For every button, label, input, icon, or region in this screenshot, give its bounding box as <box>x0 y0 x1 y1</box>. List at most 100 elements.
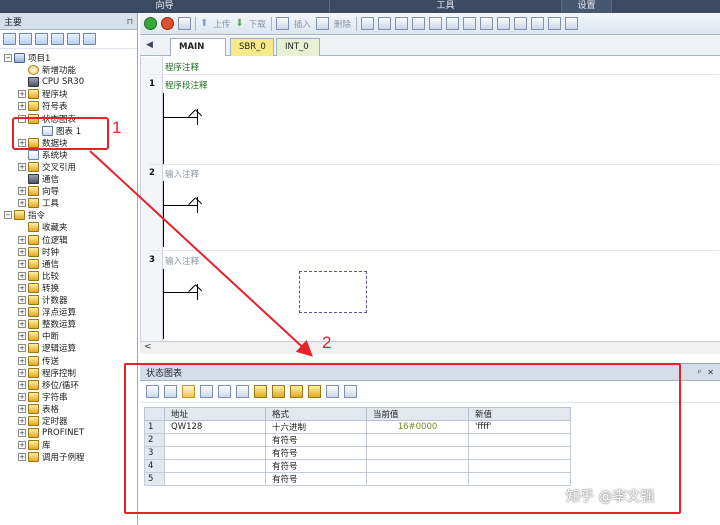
expand-icon[interactable]: + <box>18 296 26 304</box>
expand-icon[interactable]: + <box>18 187 26 196</box>
tree-item[interactable]: + 计数器 <box>18 294 68 306</box>
expand-icon[interactable]: + <box>18 368 26 377</box>
delete-button[interactable]: 删除 <box>334 18 351 30</box>
pause-icon[interactable] <box>377 17 391 30</box>
tree-item[interactable]: − 项目1 <box>4 52 50 64</box>
tab-scroll-left-icon[interactable]: ◀ <box>146 40 153 50</box>
expand-icon[interactable]: + <box>18 417 26 425</box>
expand-icon[interactable]: + <box>18 429 26 438</box>
tab-sbr0[interactable]: SBR_0 <box>230 38 274 56</box>
tree-item[interactable]: + 比较 <box>18 270 59 282</box>
expand-icon[interactable]: + <box>18 308 26 317</box>
tree-item[interactable]: − 指令 <box>4 209 45 221</box>
network-comment[interactable]: 程序段注释 <box>165 79 208 91</box>
tree-item[interactable]: 新增功能 <box>18 64 76 76</box>
branch-icon[interactable] <box>445 17 459 30</box>
tree-item[interactable]: + 时钟 <box>18 246 59 258</box>
expand-icon[interactable]: + <box>18 356 26 365</box>
delete-icon[interactable] <box>315 17 329 30</box>
line-down-icon[interactable] <box>564 17 578 30</box>
tree-item[interactable]: + 通信 <box>18 258 59 270</box>
tree-item[interactable]: + 移位/循环 <box>18 379 79 391</box>
collapse-icon[interactable]: − <box>4 211 12 220</box>
contact-icon[interactable] <box>394 17 408 30</box>
scroll-left-icon[interactable]: < <box>144 342 152 352</box>
view-icon[interactable] <box>3 33 16 45</box>
expand-icon[interactable]: + <box>18 332 26 341</box>
expand-icon[interactable]: + <box>18 344 26 353</box>
tree-item[interactable]: + 定时器 <box>18 415 68 427</box>
ladder-editor[interactable]: 程序注释 1 程序段注释 2 输入注释 3 输入注释 <box>140 57 720 341</box>
doc-icon[interactable] <box>35 33 48 45</box>
insert-icon[interactable] <box>275 17 289 30</box>
tree-item[interactable]: + 交叉引用 <box>18 161 76 173</box>
network-comment[interactable]: 输入注释 <box>165 255 199 267</box>
force-icon[interactable] <box>513 17 527 30</box>
tree-item[interactable]: + 字符串 <box>18 391 68 403</box>
top-tab-settings[interactable]: 设置 <box>562 0 612 13</box>
expand-icon[interactable]: + <box>18 102 26 111</box>
stop-icon[interactable] <box>161 17 174 30</box>
tree-item[interactable]: + 逻辑运算 <box>18 342 76 354</box>
insert-button[interactable]: 插入 <box>294 18 311 30</box>
tree-item[interactable]: + 位逻辑 <box>18 234 68 246</box>
upload-button[interactable]: 上传 <box>213 18 230 30</box>
tree-item[interactable]: + 表格 <box>18 403 59 415</box>
run-icon[interactable] <box>144 17 157 30</box>
tree-item[interactable]: + 调用子例程 <box>18 451 85 463</box>
pin-icon[interactable]: ᵖ <box>698 368 701 377</box>
collapse-icon[interactable]: − <box>4 54 12 62</box>
expand-icon[interactable]: + <box>18 247 26 256</box>
download-icon[interactable]: ⬇ <box>235 18 243 29</box>
expand-icon[interactable]: + <box>18 283 26 292</box>
monitor-icon[interactable] <box>360 17 374 30</box>
unlock-icon[interactable] <box>496 17 510 30</box>
tree-item[interactable]: + PROFINET <box>18 427 84 439</box>
expand-icon[interactable]: + <box>18 453 26 462</box>
program-comment[interactable]: 程序注释 <box>165 61 199 73</box>
tree-item[interactable]: 通信 <box>18 173 59 185</box>
expand-icon[interactable]: + <box>18 162 26 171</box>
tree-item[interactable]: + 库 <box>18 439 51 451</box>
horizontal-scrollbar[interactable]: < <box>140 341 720 354</box>
expand-icon[interactable]: + <box>18 320 26 329</box>
table-icon[interactable] <box>67 33 80 45</box>
top-tab-tools[interactable]: 工具 <box>330 0 562 13</box>
tree-item[interactable]: + 工具 <box>18 197 59 209</box>
tab-main[interactable]: MAIN <box>170 38 226 56</box>
line-right-icon[interactable] <box>530 17 544 30</box>
compile-icon[interactable] <box>178 17 191 30</box>
tree-item[interactable]: CPU SR30 <box>18 76 84 88</box>
tree-item[interactable]: + 传送 <box>18 355 59 367</box>
box-icon[interactable] <box>428 17 442 30</box>
tree-item[interactable]: + 整数运算 <box>18 318 76 330</box>
symbol-icon[interactable] <box>19 33 32 45</box>
expand-icon[interactable]: + <box>18 404 26 413</box>
tree-item[interactable]: + 浮点运算 <box>18 306 76 318</box>
expand-icon[interactable]: + <box>18 259 26 268</box>
network-comment[interactable]: 输入注释 <box>165 168 199 180</box>
coil-icon[interactable] <box>411 17 425 30</box>
pin-icon[interactable]: ⊓ <box>127 17 133 26</box>
page-icon[interactable] <box>51 33 64 45</box>
top-tab-wizard[interactable]: 向导 <box>0 0 330 13</box>
expand-icon[interactable]: + <box>18 199 26 208</box>
tree-item[interactable]: + 程序块 <box>18 88 68 100</box>
expand-icon[interactable]: + <box>18 271 26 280</box>
tree-item[interactable]: + 符号表 <box>18 100 68 112</box>
download-button[interactable]: 下载 <box>249 18 266 30</box>
tree-item[interactable]: + 向导 <box>18 185 59 197</box>
tree-item[interactable]: + 中断 <box>18 330 59 342</box>
expand-icon[interactable]: + <box>18 90 26 99</box>
line-left-icon[interactable] <box>547 17 561 30</box>
tab-int0[interactable]: INT_0 <box>276 38 320 56</box>
expand-icon[interactable]: + <box>18 235 26 244</box>
expand-icon[interactable]: + <box>18 392 26 401</box>
chart-icon[interactable] <box>83 33 96 45</box>
expand-icon[interactable]: + <box>18 441 26 450</box>
lock-icon[interactable] <box>479 17 493 30</box>
expand-icon[interactable]: + <box>18 380 26 389</box>
tree-item[interactable]: 收藏夹 <box>18 221 68 233</box>
close-icon[interactable]: ✕ <box>707 368 714 377</box>
export-icon[interactable] <box>462 17 476 30</box>
